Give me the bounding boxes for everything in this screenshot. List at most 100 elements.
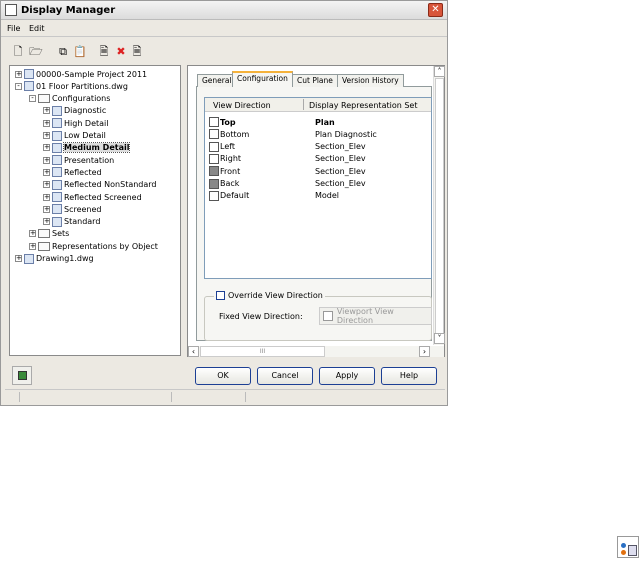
help-button[interactable]: Help [381,367,437,385]
display-manager-window: Display Manager ✕ File Edit 🗋 🗁 ⧉ 📋 🗎 ✖ … [0,0,448,406]
purge-icon[interactable]: 🗎 [130,45,144,58]
viewport-view-direction-button[interactable]: Viewport View Direction [319,307,432,325]
expand-icon[interactable]: + [29,242,36,250]
tree-item[interactable]: - 01 Floor Partitions.dwg [15,80,128,92]
expand-icon[interactable]: + [43,193,50,201]
view-direction: Bottom [220,129,250,139]
open-icon[interactable]: 🗁 [29,45,43,58]
tree-item-label: High Detail [64,118,109,128]
expand-icon[interactable]: + [43,132,50,139]
drawing-icon [24,253,34,264]
tree-item-label: Representations by Object [52,241,158,251]
view-direction: Back [220,179,240,188]
scroll-thumb[interactable] [435,78,444,343]
tree-item[interactable]: + Reflected [43,166,102,178]
expand-icon[interactable]: + [29,230,36,238]
toolbar: 🗋 🗁 ⧉ 📋 🗎 ✖ 🗎 [1,39,447,63]
expand-icon[interactable]: + [43,107,50,115]
display-rep-set: Section_Elev [315,154,366,164]
list-row[interactable]: Left Section_Elev [209,141,429,153]
expand-icon[interactable]: + [43,144,50,152]
expand-icon[interactable]: + [43,156,50,164]
view-direction: Left [220,142,236,152]
list-row[interactable]: Bottom Plan Diagnostic [209,128,429,140]
apply-button[interactable]: Apply [319,367,375,385]
override-checkbox[interactable] [216,291,225,300]
tree-item[interactable]: + Low Detail [43,130,106,142]
display-manager-icon[interactable] [617,536,639,558]
tree-item[interactable]: + Standard [43,216,100,228]
display-config-button[interactable] [12,366,32,385]
column-header-view-direction[interactable]: View Direction [213,101,271,110]
expand-icon[interactable]: + [43,119,50,127]
cancel-button[interactable]: Cancel [257,367,313,385]
tree-item[interactable]: + Sets [29,228,69,240]
tree-item-label: Reflected Screened [64,192,142,202]
list-row[interactable]: Right Section_Elev [209,153,429,165]
expand-icon[interactable]: + [15,255,22,262]
view-cube-icon [209,178,219,189]
tree-item-label: Low Detail [64,131,106,140]
app-icon [5,4,17,16]
scroll-thumb[interactable]: III [200,346,325,357]
expand-icon[interactable]: + [43,218,50,226]
view-cube-icon [209,153,219,164]
paste-icon[interactable]: 📋 [73,45,87,58]
title-bar[interactable]: Display Manager ✕ [1,1,447,20]
horizontal-scrollbar[interactable]: ‹ III › [188,346,444,357]
expand-icon[interactable]: + [15,70,22,78]
tree-item-label: Standard [64,217,101,227]
configuration-icon [52,130,62,141]
list-row[interactable]: Front Section_Elev [209,165,429,177]
config-icon [18,371,27,380]
menu-bar: File Edit [1,21,447,37]
delete-icon[interactable]: ✖ [114,45,128,58]
tree-item[interactable]: - Configurations [29,93,110,105]
tree-item[interactable]: + Medium Detail [43,142,131,154]
tree-item-label: Configurations [52,94,111,104]
override-label: Override View Direction [228,291,323,300]
tab-cut-plane[interactable]: Cut Plane [292,74,338,87]
collapse-icon[interactable]: - [15,82,22,90]
close-button[interactable]: ✕ [428,3,443,17]
collapse-icon[interactable]: - [29,95,36,103]
column-header-display-rep-set[interactable]: Display Representation Set [309,101,417,110]
expand-icon[interactable]: + [43,181,50,189]
tree-item[interactable]: + Drawing1.dwg [15,253,94,265]
view-direction-list[interactable]: View Direction Display Representation Se… [204,97,432,279]
tab-configuration[interactable]: Configuration [232,71,293,87]
view-direction: Front [220,166,241,176]
tab-version-history[interactable]: Version History [337,74,404,87]
tree-item[interactable]: + Reflected NonStandard [43,179,157,191]
tree-item-label: Screened [64,204,102,214]
configuration-icon [52,142,62,153]
display-rep-set: Section_Elev [315,166,366,176]
tree-item-label: 00000-Sample Project 2011 [36,69,148,79]
menu-file[interactable]: File [7,24,20,33]
expand-icon[interactable]: + [43,205,50,213]
tree-item[interactable]: + Screened [43,203,102,215]
drawing-icon [24,81,34,92]
tab-general[interactable]: General [197,74,237,87]
configuration-icon [52,179,62,190]
tree-item[interactable]: + Diagnostic [43,105,106,117]
configuration-icon [52,155,62,166]
tree-item[interactable]: + High Detail [43,117,109,129]
list-row[interactable]: Default Model [209,190,429,202]
copy-icon[interactable]: ⧉ [56,45,70,58]
list-row[interactable]: Back Section_Elev [209,178,429,190]
tree-item[interactable]: +00000-Sample Project 2011 [15,68,147,80]
tree-view[interactable]: +00000-Sample Project 2011-01 Floor Part… [9,65,181,356]
new-config-icon[interactable]: 🗎 [97,45,111,58]
vertical-scrollbar[interactable]: ˄ ˅ [433,66,445,345]
menu-edit[interactable]: Edit [29,24,45,33]
tree-item[interactable]: + Reflected Screened [43,191,142,203]
new-icon[interactable]: 🗋 [11,45,25,58]
expand-icon[interactable]: + [43,168,50,176]
tree-item[interactable]: + Representations by Object [29,240,158,252]
window-title: Display Manager [21,5,116,16]
tree-item-label: Reflected NonStandard [64,180,157,190]
tree-item[interactable]: + Presentation [43,154,114,166]
ok-button[interactable]: OK [195,367,251,385]
list-row[interactable]: Top Plan [209,116,429,128]
